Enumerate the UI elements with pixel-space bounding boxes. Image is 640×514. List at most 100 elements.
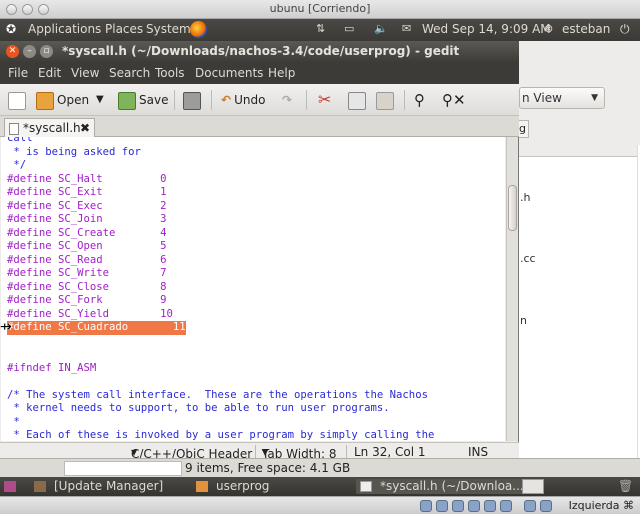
mouse-pointer-icon: ⇸ — [0, 319, 12, 335]
print-button[interactable] — [183, 89, 204, 111]
ubuntu-logo-icon: ✪ — [6, 22, 17, 36]
desktop-icon — [4, 481, 16, 492]
code-line[interactable]: /* The system call interface. These are … — [7, 389, 428, 403]
file-item[interactable]: .h — [520, 191, 530, 204]
host-key-label: Izquierda ⌘ — [568, 499, 634, 512]
mouse-integration-icon[interactable] — [540, 500, 552, 512]
menu-view[interactable]: View — [71, 66, 99, 80]
menu-help[interactable]: Help — [268, 66, 295, 80]
statusbar-slot — [64, 461, 182, 476]
undo-icon: ↶ — [221, 93, 232, 107]
new-document-button[interactable] — [8, 89, 29, 111]
menu-documents[interactable]: Documents — [195, 66, 263, 80]
gedit-window-title: *syscall.h (~/Downloads/nachos-3.4/code/… — [62, 44, 460, 58]
virtualization-icon[interactable] — [524, 500, 536, 512]
code-line[interactable]: */ — [7, 159, 26, 173]
vertical-scrollbar[interactable] — [506, 137, 518, 441]
open-button[interactable]: Open — [36, 89, 89, 111]
trash-icon[interactable]: 🗑 — [618, 479, 633, 494]
taskbar-item-update-manager[interactable]: [Update Manager] — [34, 479, 163, 494]
hard-disk-icon[interactable] — [420, 500, 432, 512]
code-line[interactable]: #define SC_Fork 9 — [7, 294, 166, 308]
network-arrows-icon[interactable]: ⇅ — [316, 22, 325, 35]
code-line[interactable]: #define SC_Exit 1 — [7, 186, 166, 200]
paste-icon — [376, 91, 394, 110]
chevron-down-icon: ▼ — [591, 93, 598, 103]
menu-tools[interactable]: Tools — [155, 66, 185, 80]
copy-button[interactable] — [348, 89, 369, 111]
folder-icon — [196, 481, 208, 492]
redo-icon[interactable]: ↷ — [282, 89, 292, 111]
search-icon[interactable]: ⚲ — [414, 89, 425, 111]
menu-file[interactable]: File — [8, 66, 28, 80]
code-line[interactable]: #define SC_Join 3 — [7, 213, 166, 227]
datetime-label[interactable]: Wed Sep 14, 9:09 AM — [422, 22, 551, 36]
view-selector[interactable]: n View ▼ — [519, 87, 605, 109]
path-button[interactable]: g — [519, 120, 529, 138]
usb-icon[interactable] — [452, 500, 464, 512]
code-line[interactable]: * is being asked for — [7, 146, 141, 160]
system-menu[interactable]: System — [146, 22, 191, 36]
user-name[interactable]: esteban — [562, 22, 610, 36]
text-editor[interactable]: call * is being asked for */#define SC_H… — [1, 137, 505, 441]
tab-close-icon[interactable]: ✖ — [80, 119, 90, 137]
paste-button[interactable] — [376, 89, 397, 111]
taskbar-item-gedit[interactable]: *syscall.h (~/Downloa... — [356, 479, 528, 494]
close-icon[interactable]: ✕ — [6, 45, 19, 58]
selected-code-line[interactable]: #define SC_Cuadrado 11 — [7, 321, 186, 335]
network-adapter-icon[interactable] — [484, 500, 496, 512]
save-icon — [118, 91, 136, 110]
undo-button-label: Undo — [234, 93, 266, 107]
code-line[interactable]: #define SC_Exec 2 — [7, 200, 166, 214]
open-button-label: Open — [57, 93, 90, 107]
code-line[interactable]: #define SC_Write 7 — [7, 267, 166, 281]
code-line[interactable]: #ifndef IN_ASM — [7, 362, 96, 376]
volume-icon[interactable]: 🔈 — [374, 22, 388, 35]
code-line[interactable]: #define SC_Create 4 — [7, 227, 166, 241]
applications-menu[interactable]: Applications — [28, 22, 101, 36]
taskbar-item-userprog[interactable]: userprog — [196, 479, 269, 494]
maximize-icon[interactable]: ▫ — [40, 45, 53, 58]
copy-icon — [348, 91, 366, 110]
save-button[interactable]: Save — [118, 89, 168, 111]
shared-folders-icon[interactable] — [468, 500, 480, 512]
mail-icon[interactable]: ✉ — [402, 22, 411, 35]
document-icon — [9, 123, 19, 135]
taskbar-label: *syscall.h (~/Downloa... — [380, 479, 524, 493]
show-desktop-button[interactable] — [4, 479, 20, 494]
search-replace-icon[interactable]: ⚲✕ — [442, 89, 466, 111]
tab-width-selector[interactable]: Tab Width: 8 ▾ — [262, 445, 336, 461]
menu-search[interactable]: Search — [109, 66, 150, 80]
code-line[interactable]: #define SC_Open 5 — [7, 240, 166, 254]
open-dropdown-arrow[interactable]: ▼ — [96, 89, 104, 111]
tab-syscall-h[interactable]: *syscall.h ✖ — [4, 118, 95, 137]
places-menu[interactable]: Places — [105, 22, 143, 36]
cut-icon[interactable]: ✂ — [318, 89, 331, 111]
code-line[interactable]: * Each of these is invoked by a user pro… — [7, 429, 434, 441]
scrollbar-thumb[interactable] — [508, 185, 517, 231]
undo-button[interactable]: ↶ Undo — [221, 89, 265, 111]
code-line[interactable]: #define SC_Yield 10 — [7, 308, 173, 322]
minimize-icon[interactable]: – — [23, 45, 36, 58]
code-line[interactable]: #define SC_Close 8 — [7, 281, 166, 295]
user-status-icon[interactable]: ⊗ — [544, 22, 553, 35]
toolbar: Open ▼ Save ↶ Undo ↷ ✂ ⚲ ⚲✕ — [0, 84, 519, 116]
battery-icon[interactable]: ▭ — [344, 22, 354, 35]
code-line[interactable]: * — [7, 416, 19, 430]
code-line[interactable]: #define SC_Halt 0 — [7, 173, 166, 187]
code-line[interactable]: call — [7, 137, 33, 146]
folder-open-icon — [36, 91, 54, 110]
firefox-icon[interactable] — [190, 21, 207, 38]
display-icon[interactable] — [500, 500, 512, 512]
file-item[interactable]: n — [520, 314, 527, 327]
menubar: File Edit View Search Tools Documents He… — [0, 62, 519, 84]
menu-edit[interactable]: Edit — [38, 66, 61, 80]
code-line[interactable]: * kernel needs to support, to be able to… — [7, 402, 389, 416]
file-item[interactable]: .cc — [520, 252, 536, 265]
code-line[interactable]: #define SC_Read 6 — [7, 254, 166, 268]
workspace-switcher[interactable] — [522, 479, 544, 494]
language-selector[interactable]: C/C++/ObjC Header ▾ — [131, 445, 252, 461]
toolbar-separator — [306, 90, 307, 110]
optical-drive-icon[interactable] — [436, 500, 448, 512]
power-icon[interactable]: ⏻ — [620, 22, 630, 37]
